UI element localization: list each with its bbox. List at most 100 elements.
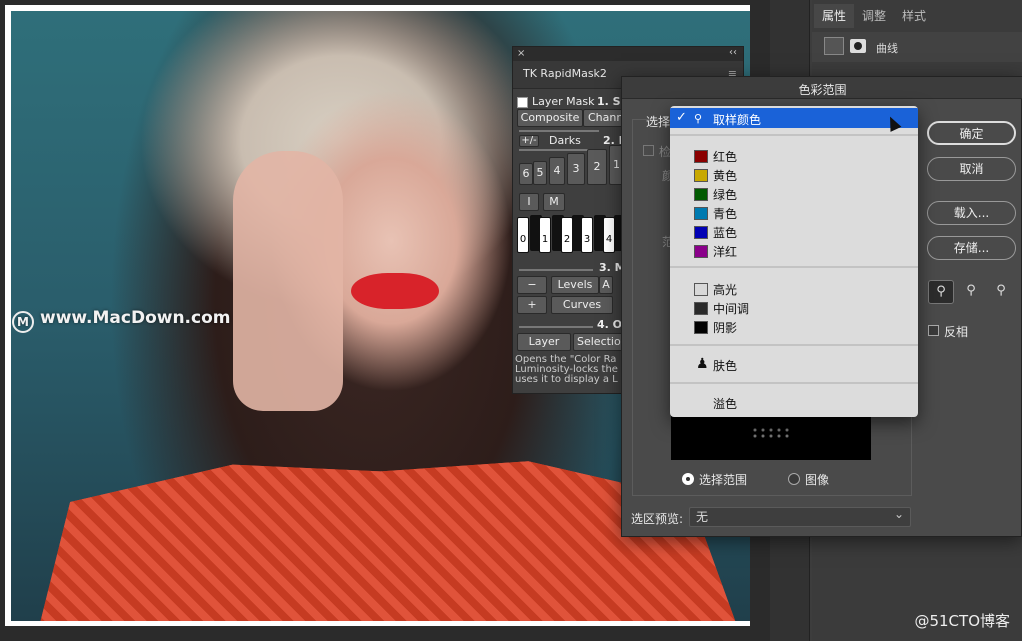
zone-2-button[interactable]: 2 — [587, 149, 607, 185]
layer-mask-label: Layer Mask — [532, 95, 595, 108]
darks-label: Darks — [549, 134, 581, 147]
auto-button[interactable]: A — [599, 276, 613, 294]
watermark-logo: M — [12, 311, 34, 333]
zone-4-button[interactable]: 4 — [549, 157, 565, 185]
menu-item-label: 绿色 — [713, 188, 738, 202]
watermark-text: www.MacDown.com — [40, 308, 231, 328]
checkmark-icon: ✓ — [676, 110, 687, 125]
person-icon: ♟ — [696, 356, 709, 372]
eyedropper-icon[interactable]: ⚲ — [928, 280, 954, 304]
levels-button[interactable]: Levels — [551, 276, 599, 294]
selection-preview-select[interactable]: 无 — [689, 505, 911, 527]
zone-3-button[interactable]: 3 — [567, 153, 585, 185]
menu-item-blues[interactable]: 蓝色 — [670, 223, 918, 242]
menu-item-greens[interactable]: 绿色 — [670, 185, 918, 204]
menu-item-label: 青色 — [713, 207, 738, 221]
color-swatch — [694, 188, 708, 201]
menu-item-label: 高光 — [713, 283, 738, 297]
minus-button[interactable]: − — [517, 276, 547, 294]
i-button[interactable]: I — [519, 193, 539, 211]
load-button[interactable]: 载入... — [927, 201, 1016, 225]
tone-key-3[interactable]: 3 — [581, 217, 593, 253]
tab-properties[interactable]: 属性 — [814, 4, 855, 28]
selection-radio[interactable] — [682, 473, 694, 485]
menu-separator — [670, 382, 918, 384]
photo-hand — [233, 151, 343, 411]
menu-item-label: 红色 — [713, 150, 738, 164]
zone-6-button[interactable]: 6 — [519, 163, 533, 185]
watermark: Mwww.MacDown.com — [12, 308, 230, 333]
close-icon[interactable]: × — [517, 48, 525, 59]
menu-item-label: 中间调 — [713, 302, 750, 316]
color-swatch — [694, 169, 708, 182]
tab-styles[interactable]: 样式 — [894, 4, 934, 28]
curves-icon[interactable] — [824, 37, 844, 55]
select-label: 选择 — [646, 115, 671, 129]
menu-item-midtones[interactable]: 中间调 — [670, 299, 918, 318]
tab-adjustments[interactable]: 调整 — [854, 4, 894, 28]
selection-preview-image[interactable] — [671, 415, 871, 460]
menu-item-cyans[interactable]: 青色 — [670, 204, 918, 223]
menu-item-label: 黄色 — [713, 169, 738, 183]
separator — [519, 149, 593, 151]
separator — [519, 269, 593, 271]
menu-item-label: 阴影 — [713, 321, 738, 335]
color-swatch — [694, 207, 708, 220]
menu-item-label: 取样颜色 — [713, 113, 762, 127]
layer-button[interactable]: Layer — [517, 333, 571, 351]
menu-item-label: 肤色 — [713, 359, 738, 373]
menu-item-reds[interactable]: 红色 — [670, 147, 918, 166]
separator — [519, 130, 599, 132]
separator — [519, 326, 593, 328]
eyedropper-icon: ⚲ — [694, 112, 703, 125]
collapse-icon[interactable]: ‹‹ — [729, 47, 737, 58]
layer-mask-checkbox[interactable] — [517, 97, 528, 108]
menu-separator — [670, 266, 918, 268]
menu-item-yellows[interactable]: 黄色 — [670, 166, 918, 185]
tone-key-0[interactable]: 0 — [517, 217, 529, 253]
eyedropper-plus-icon[interactable]: ⚲ — [958, 280, 984, 304]
selection-preview-label: 选区预览: — [631, 512, 684, 526]
select-dropdown-menu: ✓ ⚲ 取样颜色 红色 黄色 绿色 青色 蓝色 洋红 高光 中间调 阴影 ♟ 肤色… — [670, 106, 918, 417]
color-swatch — [694, 245, 708, 258]
layer-type-label: 曲线 — [876, 42, 898, 55]
image-radio-label: 图像 — [805, 473, 830, 487]
composite-button[interactable]: Composite — [517, 109, 583, 127]
menu-item-sampled-colors[interactable]: ✓ ⚲ 取样颜色 — [670, 108, 918, 128]
corner-watermark: @51CTO博客 — [914, 612, 1010, 630]
image-radio[interactable] — [788, 473, 800, 485]
photo-lips — [351, 273, 439, 309]
detect-faces-checkbox[interactable] — [643, 145, 654, 156]
color-swatch — [694, 302, 708, 315]
menu-item-shadows[interactable]: 阴影 — [670, 318, 918, 337]
eyedropper-minus-icon[interactable]: ⚲ — [988, 280, 1014, 304]
color-swatch — [694, 283, 708, 296]
plus-minus-button[interactable]: +/- — [519, 135, 539, 147]
color-swatch — [694, 226, 708, 239]
menu-item-label: 洋红 — [713, 245, 738, 259]
invert-label: 反相 — [944, 325, 969, 339]
color-swatch — [694, 150, 708, 163]
m-button[interactable]: M — [543, 193, 565, 211]
plus-button[interactable]: + — [517, 296, 547, 314]
dialog-title: 色彩范围 — [798, 83, 847, 97]
mask-icon[interactable] — [850, 39, 866, 53]
cancel-button[interactable]: 取消 — [927, 157, 1016, 181]
zone-5-button[interactable]: 5 — [533, 161, 547, 185]
menu-item-highlights[interactable]: 高光 — [670, 280, 918, 299]
menu-item-skin-tones[interactable]: ♟ 肤色 — [670, 356, 918, 375]
menu-separator — [670, 134, 918, 136]
menu-item-magentas[interactable]: 洋红 — [670, 242, 918, 261]
menu-item-out-of-gamut[interactable]: 溢色 — [670, 394, 918, 413]
curves-button[interactable]: Curves — [551, 296, 613, 314]
tab-rapidmask[interactable]: TK RapidMask2 — [523, 67, 607, 80]
tone-key-1[interactable]: 1 — [539, 217, 551, 253]
menu-item-label: 蓝色 — [713, 226, 738, 240]
ok-button[interactable]: 确定 — [927, 121, 1016, 145]
save-button[interactable]: 存储... — [927, 236, 1016, 260]
menu-separator — [670, 344, 918, 346]
invert-checkbox[interactable] — [928, 325, 939, 336]
selection-button[interactable]: Selection — [573, 333, 628, 351]
rapidmask-titlebar[interactable] — [513, 47, 743, 61]
menu-item-label: 溢色 — [713, 397, 738, 411]
